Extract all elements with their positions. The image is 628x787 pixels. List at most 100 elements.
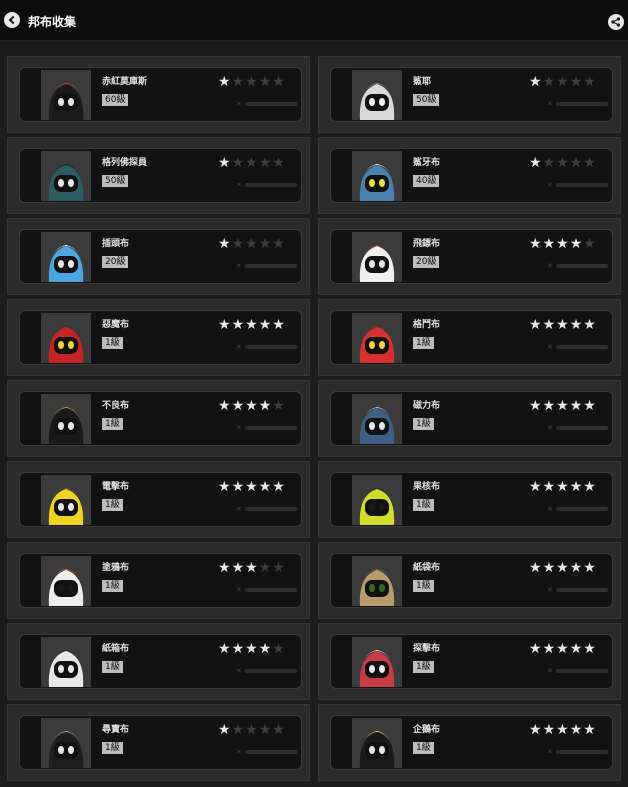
bangboo-card-inner: 鯊耶 50級 ★ ★ ★ ★ ★ ✕ [330, 67, 613, 122]
bangboo-portrait [352, 394, 402, 444]
star-icon: ★ [583, 722, 596, 738]
fragment-counter: ✕ [236, 505, 297, 513]
bangboo-card[interactable]: 鯊牙布 40級 ★ ★ ★ ★ ★ ✕ [318, 137, 621, 214]
star-icon: ★ [258, 236, 272, 252]
bangboo-card-inner: 探擊布 1級 ★ ★ ★ ★ ★ ✕ [330, 634, 613, 689]
star-icon: ★ [583, 317, 596, 333]
bangboo-card[interactable]: 紙箱布 1級 ★ ★ ★ ★ ★ ✕ [7, 623, 310, 700]
multiply-icon: ✕ [236, 586, 242, 594]
star-icon: ★ [218, 560, 231, 576]
bangboo-card[interactable]: 飛鏢布 20級 ★ ★ ★ ★ ★ ✕ [318, 218, 621, 295]
bangboo-card[interactable]: 赤紅莫庫斯 60級 ★ ★ ★ ★ ★ ✕ [7, 56, 310, 133]
fragment-bar [244, 102, 297, 106]
bangboo-name: 紙箱布 [102, 644, 130, 654]
fragment-bar [555, 426, 608, 430]
bangboo-card[interactable]: 磁力布 1級 ★ ★ ★ ★ ★ ✕ [318, 380, 621, 457]
star-icon: ★ [272, 236, 285, 252]
star-rating: ★ ★ ★ ★ ★ [529, 399, 596, 413]
fragment-counter: ✕ [547, 343, 608, 351]
bangboo-card[interactable]: 格鬥布 1級 ★ ★ ★ ★ ★ ✕ [318, 299, 621, 376]
bangboo-card[interactable]: 紙袋布 1級 ★ ★ ★ ★ ★ ✕ [318, 542, 621, 619]
bangboo-card[interactable]: 電擊布 1級 ★ ★ ★ ★ ★ ✕ [7, 461, 310, 538]
multiply-icon: ✕ [236, 100, 242, 108]
star-icon: ★ [569, 317, 583, 333]
page-title: 邦布收集 [28, 15, 77, 29]
bangboo-card[interactable]: 惡魔布 1級 ★ ★ ★ ★ ★ ✕ [7, 299, 310, 376]
bangboo-card[interactable]: 果核布 1級 ★ ★ ★ ★ ★ ✕ [318, 461, 621, 538]
star-rating: ★ ★ ★ ★ ★ [218, 399, 285, 413]
bangboo-card-inner: 企鵝布 1級 ★ ★ ★ ★ ★ ✕ [330, 715, 613, 770]
bangboo-card[interactable]: 格列佛探員 50級 ★ ★ ★ ★ ★ ✕ [7, 137, 310, 214]
bangboo-name: 鯊耶 [413, 77, 432, 87]
fragment-counter: ✕ [547, 424, 608, 432]
fragment-bar [244, 669, 297, 673]
bangboo-card-inner: 鯊牙布 40級 ★ ★ ★ ★ ★ ✕ [330, 148, 613, 203]
star-icon: ★ [245, 560, 258, 576]
bangboo-portrait [41, 637, 91, 687]
bangboo-portrait [352, 556, 402, 606]
star-rating: ★ ★ ★ ★ ★ [529, 723, 596, 737]
star-icon: ★ [245, 641, 258, 657]
bangboo-card-inner: 磁力布 1級 ★ ★ ★ ★ ★ ✕ [330, 391, 613, 446]
star-icon: ★ [542, 155, 556, 171]
fragment-counter: ✕ [236, 262, 297, 270]
star-rating: ★ ★ ★ ★ ★ [529, 642, 596, 656]
bangboo-name: 赤紅莫庫斯 [102, 77, 148, 87]
star-icon: ★ [542, 722, 556, 738]
star-icon: ★ [231, 236, 245, 252]
bangboo-card[interactable]: 探擊布 1級 ★ ★ ★ ★ ★ ✕ [318, 623, 621, 700]
star-icon: ★ [583, 155, 596, 171]
fragment-counter: ✕ [236, 100, 297, 108]
bangboo-card[interactable]: 塗鴉布 1級 ★ ★ ★ ★ ★ ✕ [7, 542, 310, 619]
fragment-counter: ✕ [547, 667, 608, 675]
star-icon: ★ [272, 479, 285, 495]
bangboo-portrait [41, 394, 91, 444]
star-icon: ★ [231, 479, 245, 495]
fragment-bar [555, 345, 608, 349]
bangboo-card[interactable]: 尋寶布 1級 ★ ★ ★ ★ ★ ✕ [7, 704, 310, 781]
multiply-icon: ✕ [547, 586, 553, 594]
star-icon: ★ [272, 74, 285, 90]
share-button[interactable] [608, 14, 624, 30]
star-icon: ★ [583, 560, 596, 576]
multiply-icon: ✕ [547, 505, 553, 513]
bangboo-card[interactable]: 鯊耶 50級 ★ ★ ★ ★ ★ ✕ [318, 56, 621, 133]
star-icon: ★ [569, 722, 583, 738]
bangboo-card[interactable]: 插頭布 20級 ★ ★ ★ ★ ★ ✕ [7, 218, 310, 295]
bangboo-card[interactable]: 企鵝布 1級 ★ ★ ★ ★ ★ ✕ [318, 704, 621, 781]
star-rating: ★ ★ ★ ★ ★ [218, 723, 285, 737]
fragment-bar [555, 588, 608, 592]
star-icon: ★ [529, 74, 542, 90]
star-rating: ★ ★ ★ ★ ★ [529, 318, 596, 332]
star-icon: ★ [231, 74, 245, 90]
bangboo-portrait [41, 151, 91, 201]
fragment-bar [555, 102, 608, 106]
bangboo-card[interactable]: 不良布 1級 ★ ★ ★ ★ ★ ✕ [7, 380, 310, 457]
star-icon: ★ [569, 641, 583, 657]
star-icon: ★ [231, 722, 245, 738]
fragment-bar [244, 345, 297, 349]
bangboo-level-badge: 1級 [413, 337, 434, 349]
bangboo-name: 果核布 [413, 482, 441, 492]
star-rating: ★ ★ ★ ★ ★ [529, 561, 596, 575]
bangboo-portrait [352, 232, 402, 282]
star-icon: ★ [542, 236, 556, 252]
star-icon: ★ [258, 317, 272, 333]
back-button[interactable] [4, 12, 20, 28]
star-icon: ★ [542, 479, 556, 495]
bangboo-portrait [352, 313, 402, 363]
bangboo-card-inner: 果核布 1級 ★ ★ ★ ★ ★ ✕ [330, 472, 613, 527]
bangboo-name: 鯊牙布 [413, 158, 441, 168]
fragment-bar [555, 183, 608, 187]
bangboo-level-badge: 1級 [102, 580, 123, 592]
fragment-bar [555, 264, 608, 268]
bangboo-level-badge: 40級 [413, 175, 440, 187]
multiply-icon: ✕ [236, 343, 242, 351]
fragment-bar [244, 183, 297, 187]
bangboo-level-badge: 1級 [102, 661, 123, 673]
star-icon: ★ [529, 236, 542, 252]
bangboo-name: 磁力布 [413, 401, 441, 411]
fragment-counter: ✕ [547, 748, 608, 756]
bangboo-level-badge: 60級 [102, 94, 129, 106]
star-icon: ★ [258, 479, 272, 495]
